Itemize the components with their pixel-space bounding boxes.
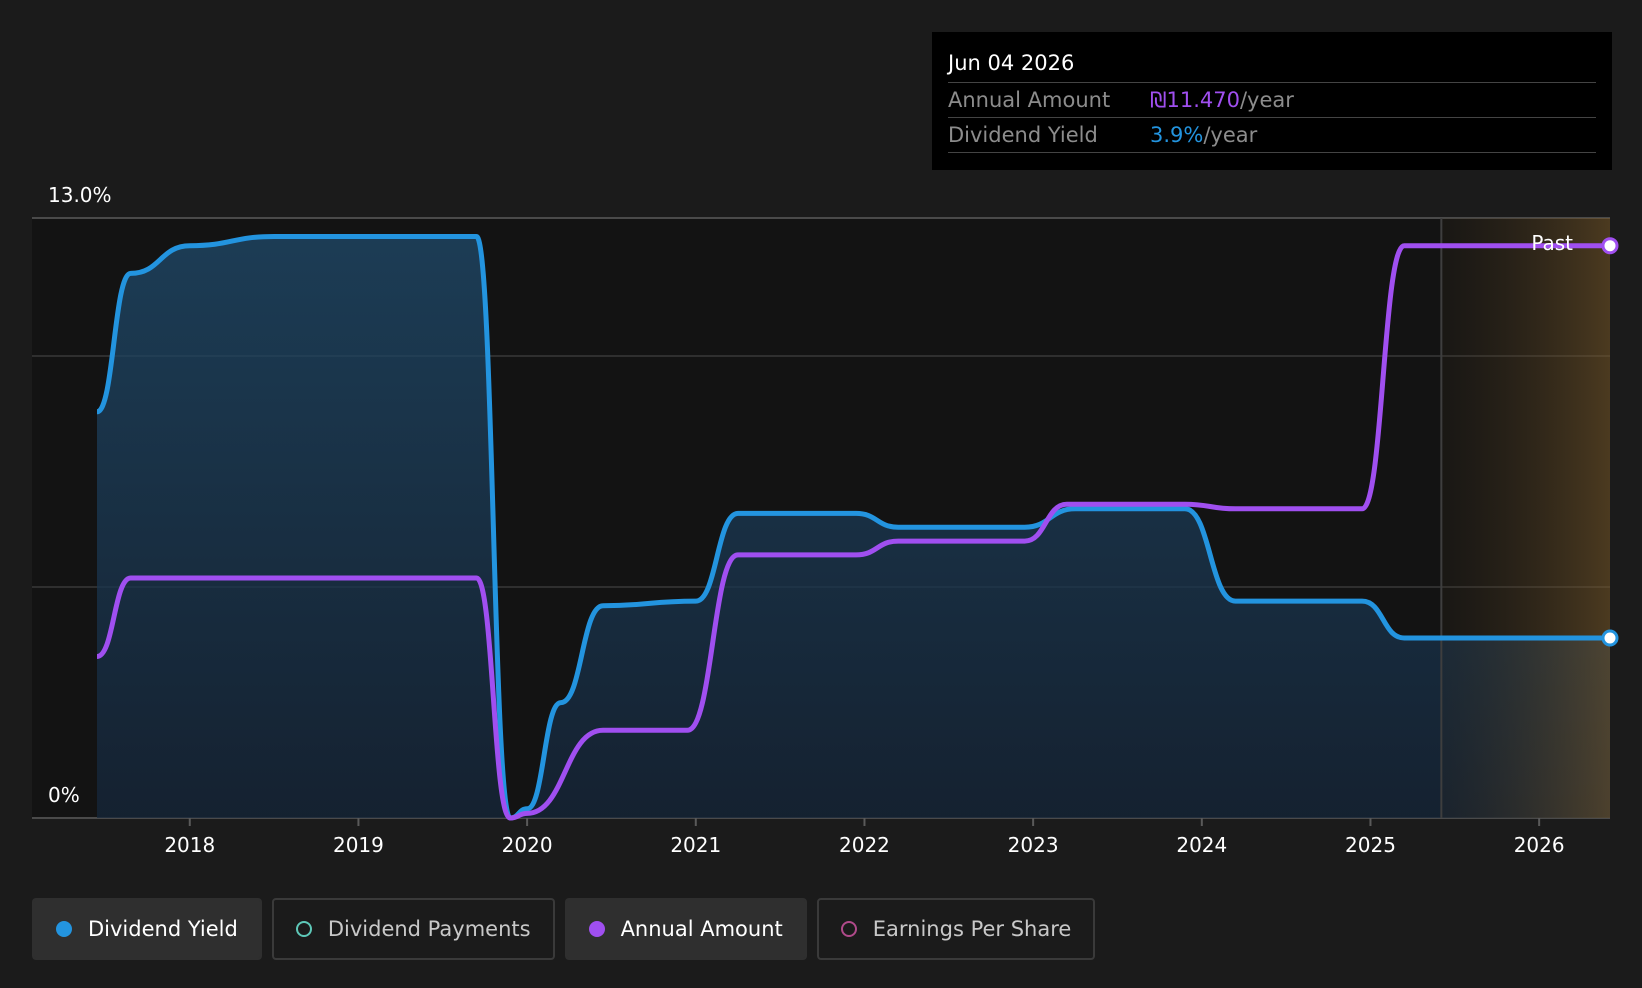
x-axis: 2018 2019 2020 2021 2022 2023 2024 2025 2026	[164, 818, 1565, 857]
hover-tooltip: Jun 04 2026 Annual Amount ₪11.470 /year …	[932, 32, 1612, 170]
series-end-marker	[1601, 237, 1619, 255]
tooltip-label: Dividend Yield	[948, 123, 1098, 147]
y-axis-min-label: 0%	[48, 783, 80, 807]
x-tick-label: 2021	[670, 833, 721, 857]
legend-dot-icon	[588, 921, 605, 937]
x-tick-label: 2018	[164, 833, 215, 857]
legend-dot-icon	[840, 921, 857, 937]
legend-label: Dividend Yield	[88, 917, 238, 941]
legend-label: Dividend Payments	[327, 917, 531, 941]
chart-legend: Dividend Yield Dividend Payments Annual …	[32, 898, 1096, 960]
x-tick-label: 2024	[1176, 833, 1227, 857]
tooltip-date: Jun 04 2026	[948, 48, 1596, 83]
legend-label: Annual Amount	[620, 917, 783, 941]
legend-earnings-per-share[interactable]: Earnings Per Share	[816, 898, 1096, 960]
legend-label: Earnings Per Share	[872, 917, 1072, 941]
tooltip-unit: /year	[1203, 123, 1258, 147]
series-end-marker	[1601, 629, 1619, 647]
tooltip-unit: /year	[1239, 88, 1294, 112]
legend-dot-icon	[56, 921, 72, 937]
tooltip-label: Annual Amount	[948, 88, 1111, 112]
x-tick-label: 2026	[1514, 833, 1565, 857]
x-tick-label: 2019	[333, 833, 384, 857]
tooltip-value: ₪11.470	[1150, 88, 1240, 112]
tooltip-value: 3.9%	[1150, 123, 1204, 147]
x-tick-label: 2022	[839, 833, 890, 857]
x-tick-label: 2020	[502, 833, 553, 857]
tooltip-row-annual-amount: Annual Amount ₪11.470 /year	[948, 83, 1596, 118]
y-axis-max-label: 13.0%	[48, 183, 112, 207]
past-label: Past	[1531, 231, 1573, 255]
x-tick-label: 2025	[1345, 833, 1396, 857]
legend-dividend-payments[interactable]: Dividend Payments	[271, 898, 555, 960]
legend-dot-icon	[295, 921, 312, 937]
legend-annual-amount[interactable]: Annual Amount	[564, 898, 807, 960]
x-tick-label: 2023	[1008, 833, 1059, 857]
legend-dividend-yield[interactable]: Dividend Yield	[32, 898, 262, 960]
forecast-region	[1441, 218, 1610, 818]
tooltip-row-dividend-yield: Dividend Yield 3.9% /year	[948, 118, 1596, 153]
